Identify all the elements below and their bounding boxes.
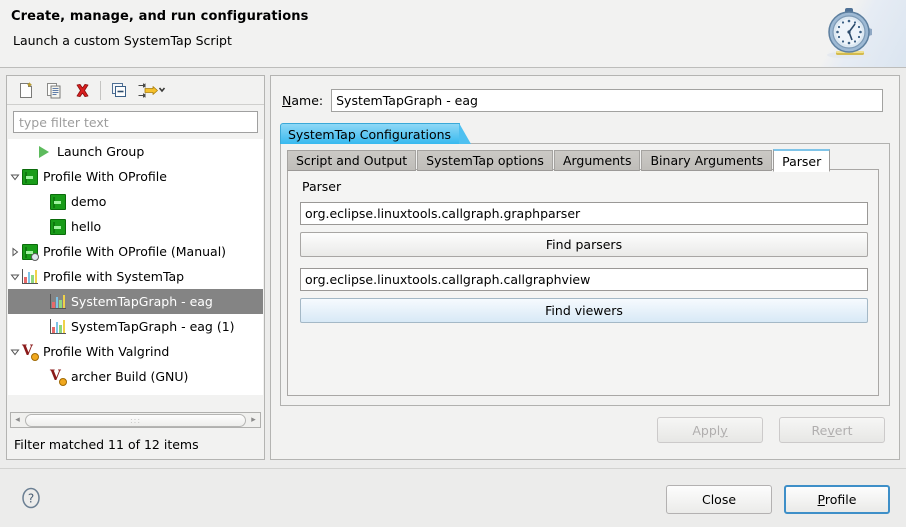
oprofile-manual-icon [22, 244, 38, 260]
parser-tab-content: Parser Find parsers Find viewers [287, 169, 879, 396]
viewer-class-input[interactable] [300, 268, 868, 291]
tree-item-demo[interactable]: demo [8, 189, 263, 214]
tree-item-label: demo [71, 194, 106, 209]
scrollbar-grip-icon: ::: [130, 416, 141, 425]
twisty-expanded-icon[interactable] [8, 339, 22, 364]
valgrind-icon: V [22, 344, 38, 360]
twisty-expanded-icon[interactable] [8, 164, 22, 189]
tree-item-label: SystemTapGraph - eag (1) [71, 319, 235, 334]
header-banner [800, 0, 906, 67]
tree-item-profile-with-oprofile-manual[interactable]: Profile With OProfile (Manual) [8, 239, 263, 264]
tree-item-label: SystemTapGraph - eag [71, 294, 213, 309]
twisty-none [36, 189, 50, 214]
tree-item-profile-with-valgrind[interactable]: V Profile With Valgrind [8, 339, 263, 364]
dialog-header: Create, manage, and run configurations L… [0, 0, 906, 68]
tree-item-launch-group[interactable]: Launch Group [8, 139, 263, 164]
tab-systemtap-configurations[interactable]: SystemTap Configurations [280, 123, 460, 144]
tree-item-label: Profile With OProfile [43, 169, 167, 184]
help-icon[interactable]: ? [20, 487, 42, 509]
twisty-collapsed-icon[interactable] [8, 239, 22, 264]
oprofile-icon [50, 194, 66, 210]
twisty-none [36, 214, 50, 239]
stopwatch-icon [816, 4, 882, 62]
twisty-none [22, 139, 36, 164]
tree-item-label: Profile With Valgrind [43, 344, 169, 359]
delete-configuration-icon[interactable] [71, 80, 93, 101]
oprofile-icon [22, 169, 38, 185]
inner-tab-bar: Script and Output SystemTap options Argu… [287, 148, 831, 171]
parser-group-label: Parser [302, 179, 341, 194]
tree-item-systemtapgraph-eag-1[interactable]: SystemTapGraph - eag (1) [8, 314, 263, 339]
twisty-none [36, 314, 50, 339]
tab-arguments[interactable]: Arguments [554, 150, 641, 171]
twisty-none [36, 364, 50, 389]
scroll-left-arrow-icon[interactable]: ◂ [11, 413, 24, 427]
parser-class-input[interactable] [300, 202, 868, 225]
tree-item-profile-with-oprofile[interactable]: Profile With OProfile [8, 164, 263, 189]
duplicate-configuration-icon[interactable] [43, 80, 65, 101]
search-input[interactable] [13, 111, 258, 133]
systemtap-icon [50, 294, 66, 309]
tab-label: SystemTap Configurations [288, 127, 451, 142]
tab-binary-arguments[interactable]: Binary Arguments [641, 150, 772, 171]
twisty-none [36, 289, 50, 314]
tree-item-label: Profile with SystemTap [43, 269, 184, 284]
tab-label: Script and Output [296, 153, 407, 168]
tree-horizontal-scrollbar[interactable]: ◂ ::: ▸ [10, 412, 261, 428]
name-row: Name: [282, 89, 883, 112]
svg-text:?: ? [28, 492, 34, 506]
tree-item-systemtapgraph-eag[interactable]: SystemTapGraph - eag [8, 289, 263, 314]
oprofile-icon [50, 219, 66, 235]
scrollbar-thumb[interactable]: ::: [25, 414, 246, 427]
valgrind-icon: V [50, 369, 66, 385]
scroll-right-arrow-icon[interactable]: ▸ [247, 413, 260, 427]
tree-item-archer-build-gnu[interactable]: V archer Build (GNU) [8, 364, 263, 389]
twisty-expanded-icon[interactable] [8, 264, 22, 289]
launch-group-icon [39, 146, 49, 158]
apply-revert-buttons: Apply Revert [657, 417, 885, 443]
tab-systemtap-options[interactable]: SystemTap options [417, 150, 553, 171]
configuration-editor-panel: Name: SystemTap Configurations Script an… [270, 75, 900, 460]
tab-label: Parser [782, 154, 821, 169]
name-input[interactable] [331, 89, 883, 112]
collapse-all-icon[interactable] [108, 80, 130, 101]
profile-button[interactable]: Profile [784, 485, 890, 514]
tab-label: Arguments [563, 153, 632, 168]
find-parsers-button[interactable]: Find parsers [300, 232, 868, 257]
tab-parser[interactable]: Parser [773, 149, 830, 172]
outer-tab-body: Script and Output SystemTap options Argu… [280, 143, 890, 406]
outer-tab-folder: SystemTap Configurations Script and Outp… [280, 123, 890, 406]
find-viewers-button[interactable]: Find viewers [300, 298, 868, 323]
systemtap-icon [22, 269, 38, 284]
dialog-footer: ? Close Profile [0, 468, 906, 527]
tab-script-and-output[interactable]: Script and Output [287, 150, 416, 171]
filter-launch-configurations-icon[interactable] [136, 80, 168, 101]
tree-item-label: hello [71, 219, 101, 234]
tree-toolbar [7, 76, 264, 105]
name-label: Name: [282, 93, 323, 108]
tree-item-label: archer Build (GNU) [71, 369, 188, 384]
launch-configurations-tree[interactable]: Launch Group Profile With OProfile demo … [8, 139, 263, 395]
apply-button[interactable]: Apply [657, 417, 763, 443]
page-subtitle: Launch a custom SystemTap Script [13, 33, 232, 48]
tree-item-label: Profile With OProfile (Manual) [43, 244, 226, 259]
toolbar-separator [100, 81, 101, 100]
footer-buttons: Close Profile [666, 485, 890, 514]
page-title: Create, manage, and run configurations [11, 9, 308, 24]
revert-button[interactable]: Revert [779, 417, 885, 443]
tree-item-hello[interactable]: hello [8, 214, 263, 239]
tree-item-profile-with-systemtap[interactable]: Profile with SystemTap [8, 264, 263, 289]
tab-label: Binary Arguments [650, 153, 763, 168]
close-button[interactable]: Close [666, 485, 772, 514]
filter-status-text: Filter matched 11 of 12 items [14, 437, 199, 452]
new-configuration-icon[interactable] [15, 80, 37, 101]
tree-item-label: Launch Group [57, 144, 144, 159]
systemtap-icon [50, 319, 66, 334]
tab-label: SystemTap options [426, 153, 544, 168]
launch-configurations-panel: Launch Group Profile With OProfile demo … [6, 75, 265, 460]
